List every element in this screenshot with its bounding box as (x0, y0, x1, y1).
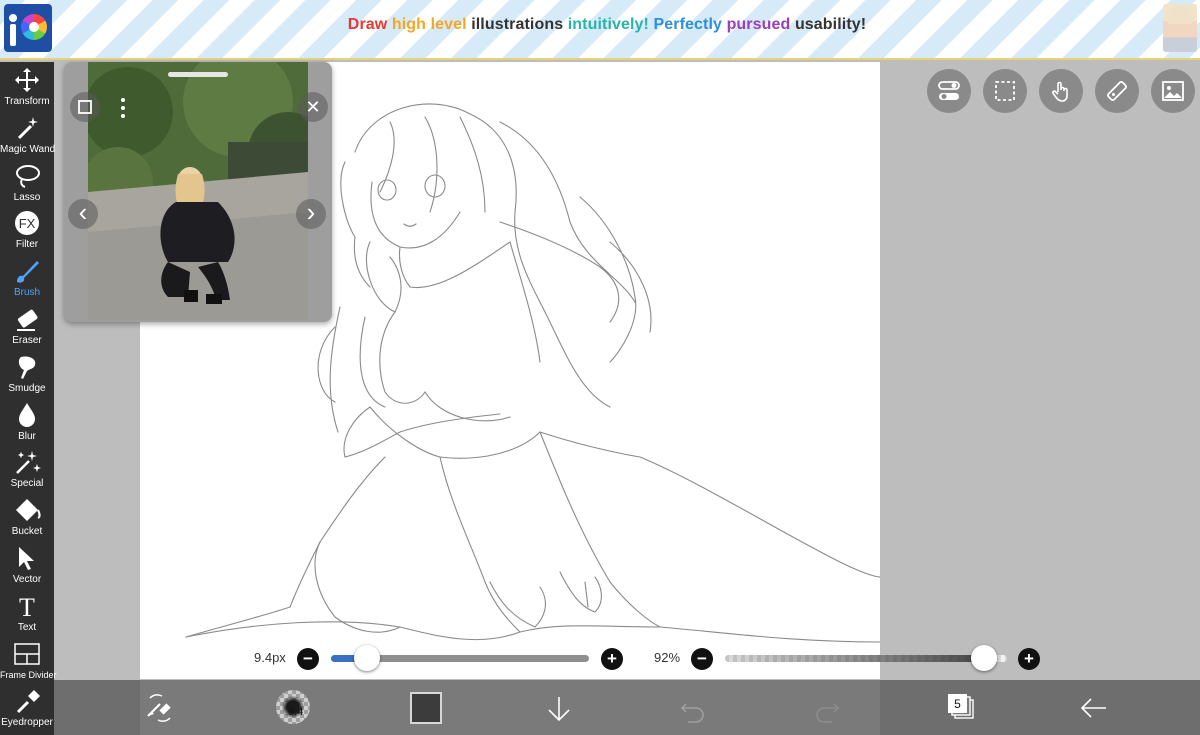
back-button[interactable] (1076, 680, 1110, 735)
tool-label: Vector (12, 574, 42, 585)
tool-label: Lasso (13, 191, 41, 203)
blur-drop-icon (13, 401, 41, 429)
tool-special[interactable]: Special (0, 446, 54, 494)
image-icon (1162, 81, 1184, 101)
arrow-left-icon (1080, 698, 1106, 718)
tool-transform[interactable]: Transform (0, 64, 54, 112)
tool-eraser[interactable]: Eraser (0, 303, 54, 351)
tool-magic-wand[interactable]: Magic Wand (0, 112, 56, 160)
redo-button[interactable] (810, 680, 844, 735)
redo-icon (816, 703, 840, 723)
tool-eyedropper[interactable]: Eyedropper (0, 685, 54, 733)
reference-drag-handle[interactable] (168, 72, 228, 77)
banner-avatar (1163, 4, 1197, 52)
color-button[interactable] (408, 680, 442, 735)
tool-bucket[interactable]: Bucket (0, 494, 54, 542)
opacity-decrease-button[interactable]: − (691, 648, 713, 670)
toggle-icon (938, 81, 960, 100)
next-image-button[interactable]: › (296, 199, 326, 229)
ad-banner[interactable]: Draw high level illustrations intuitivel… (0, 0, 1200, 60)
lasso-icon (13, 162, 41, 190)
banner-text-segment: illustrations (471, 16, 568, 33)
svg-text:T: T (19, 593, 35, 620)
toggle-button[interactable] (927, 69, 971, 113)
brush-size-value: 9.4px (254, 650, 286, 665)
tool-label: Blur (18, 430, 36, 442)
undo-button[interactable] (676, 680, 710, 735)
banner-text-segment: pursued (726, 16, 795, 33)
ruler-icon (1107, 81, 1127, 101)
opacity-thumb[interactable] (971, 645, 998, 671)
layers-button[interactable]: 5 (944, 680, 978, 735)
previous-image-button[interactable]: ‹ (68, 199, 98, 229)
tool-label: Special (10, 478, 44, 490)
reference-window[interactable]: ✕ ‹ › (64, 62, 332, 322)
opacity-slider[interactable] (725, 655, 1007, 662)
tool-filter[interactable]: FX Filter (0, 207, 54, 255)
tool-label: Smudge (8, 382, 46, 394)
left-toolbar: Transform Magic Wand Lasso FX Filter Brush Era… (0, 62, 57, 735)
undo-icon (680, 703, 704, 723)
image-button[interactable] (1151, 69, 1195, 113)
tool-label: Brush (13, 287, 41, 299)
selection-button[interactable] (983, 69, 1027, 113)
text-t-icon: T (13, 592, 41, 622)
tool-label: Eraser (12, 335, 42, 346)
tool-label: Frame Divider (0, 669, 57, 680)
banner-text-segment: ! (860, 16, 867, 33)
tool-label: Transform (4, 96, 50, 107)
sparkle-icon (13, 448, 41, 476)
hand-touch-icon (1052, 81, 1068, 102)
bucket-icon (13, 496, 41, 524)
close-reference-button[interactable]: ✕ (298, 92, 328, 122)
eyedropper-icon (13, 687, 41, 715)
tool-label: Bucket (11, 526, 43, 538)
tool-brush[interactable]: Brush (0, 255, 54, 303)
selection-icon (995, 81, 1015, 101)
arrow-down-icon (548, 697, 570, 722)
move-arrows-icon (13, 66, 41, 94)
magic-wand-icon (13, 114, 41, 142)
tool-label: Text (17, 621, 37, 633)
tool-blur[interactable]: Blur (0, 399, 54, 447)
tool-label: Eyedropper (1, 717, 53, 729)
bottom-toolbar: 9.4 5 (54, 680, 1200, 735)
brush-eraser-swap-icon (147, 694, 171, 722)
current-color-swatch (410, 692, 442, 724)
tool-label: Filter (15, 239, 39, 251)
brush-size-preview-button[interactable]: 9.4 (274, 680, 314, 735)
brush-size-badge: 9.4 (288, 706, 304, 718)
tool-text[interactable]: T Text (0, 590, 54, 638)
brush-size-increase-button[interactable]: + (601, 648, 623, 670)
smudge-icon (13, 353, 41, 381)
fx-icon: FX (13, 209, 41, 237)
eraser-icon (13, 305, 41, 333)
tool-frame-divider[interactable]: Frame Divider (0, 638, 57, 686)
more-options-icon[interactable] (120, 96, 126, 120)
svg-text:FX: FX (19, 216, 36, 231)
brush-size-decrease-button[interactable]: − (297, 648, 319, 670)
brush-icon (13, 257, 41, 285)
banner-text-segment: Perfectly (653, 16, 727, 33)
opacity-increase-button[interactable]: + (1018, 648, 1040, 670)
banner-text-segment: Draw (347, 16, 392, 33)
tool-lasso[interactable]: Lasso (0, 160, 54, 208)
cursor-arrow-icon (13, 544, 41, 572)
download-button[interactable] (542, 680, 576, 735)
frame-divider-icon (13, 640, 41, 668)
banner-text-segment: usability (794, 16, 861, 33)
ruler-button[interactable] (1095, 69, 1139, 113)
brush-size-thumb[interactable] (354, 645, 381, 671)
brush-eraser-swap-button[interactable] (140, 680, 180, 735)
window-mode-icon[interactable] (70, 92, 100, 122)
tool-smudge[interactable]: Smudge (0, 351, 54, 399)
tool-label: Magic Wand (0, 143, 56, 155)
tool-vector[interactable]: Vector (0, 542, 54, 590)
banner-text-segment: intuitively! (567, 16, 654, 33)
banner-text-segment: high level (391, 16, 472, 33)
touch-button[interactable] (1039, 69, 1083, 113)
layer-count: 5 (954, 697, 961, 711)
opacity-value: 92% (654, 650, 681, 665)
banner-text: Draw high level illustrations intuitivel… (0, 16, 1200, 34)
